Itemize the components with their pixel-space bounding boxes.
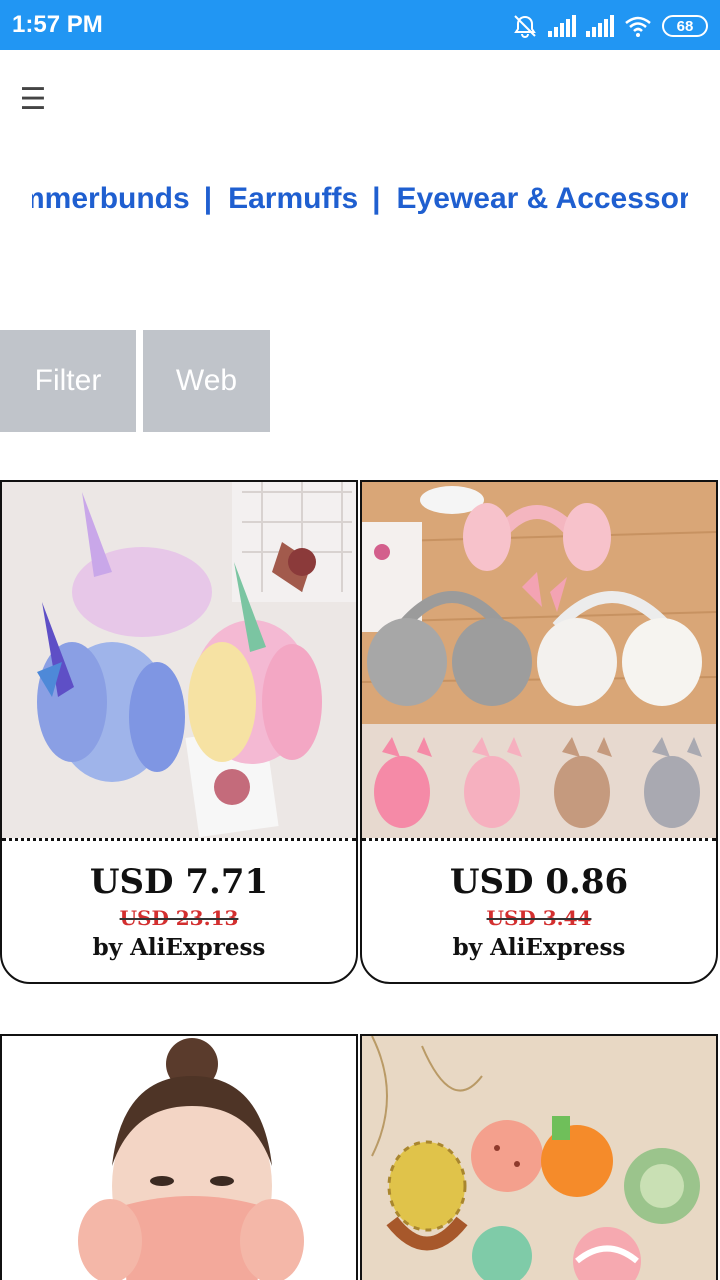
signal-icon [586,15,614,37]
web-button[interactable]: Web [143,330,270,432]
divider [2,838,356,841]
product-old-price: USD 3.44 [486,906,592,930]
fruit-earmuffs-image [362,1036,716,1280]
category-track: Cummerbunds | Earmuffs | Eyewear & Accessori… [32,182,688,216]
signal-icon [548,15,576,37]
status-time: 1:57 PM [12,11,103,38]
product-card[interactable]: USD 0.86 USD 3.44 by AliExpress [360,480,718,984]
product-price: USD 0.86 [449,862,629,902]
category-separator: | [372,182,381,215]
category-eyewear-accessories[interactable]: Eyewear & Accessories [397,182,688,216]
product-price: USD 7.71 [89,862,269,902]
status-bar: 1:57 PM 68 [0,0,720,50]
category-strip[interactable]: Cummerbunds | Earmuffs | Eyewear & Accessori… [32,182,688,226]
filter-button[interactable]: Filter [0,330,136,432]
product-card[interactable] [0,1034,358,1280]
cat-ear-earmuffs-image [362,482,716,838]
product-card[interactable] [360,1034,718,1280]
divider [362,838,716,841]
product-old-price: USD 23.13 [119,906,239,930]
alarm-off-icon [512,14,538,38]
category-cummerbunds[interactable]: Cummerbunds [32,182,190,216]
wifi-icon [624,15,652,37]
product-vendor: by AliExpress [92,934,266,961]
battery-icon: 68 [662,15,708,37]
category-separator: | [203,182,213,215]
menu-icon[interactable]: ☰ [16,82,50,117]
category-earmuffs[interactable]: Earmuffs [228,182,358,216]
earmuff-mask-image [2,1036,356,1280]
product-card[interactable]: USD 7.71 USD 23.13 by AliExpress [0,480,358,984]
unicorn-earmuffs-image [2,482,356,838]
status-icons: 68 [512,12,708,40]
product-vendor: by AliExpress [452,934,626,961]
